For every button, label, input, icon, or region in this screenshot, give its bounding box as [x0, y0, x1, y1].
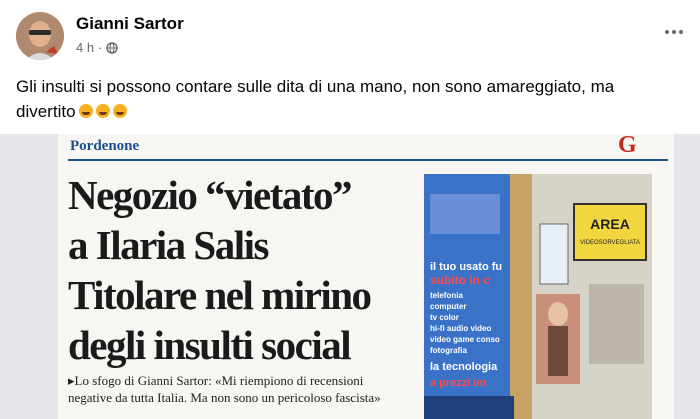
more-options-icon[interactable] [660, 24, 688, 40]
headline-line: Titolare nel mirino [68, 272, 372, 318]
headline-line: Negozio “vietato” [68, 172, 353, 218]
window-text-line: video game conso [430, 335, 500, 344]
headline-line: a Ilaria Salis [68, 222, 269, 268]
post-text: Gli insulti si possono contare sulle dit… [16, 74, 676, 124]
window-text-line: fotografia [430, 346, 467, 355]
window-text-line: tv color [430, 313, 459, 322]
window-text-line: computer [430, 302, 466, 311]
rolling-laughing-emoji [95, 104, 110, 118]
newspaper-clipping: Pordenone G Negozio “vietato” a Ilaria S… [58, 134, 674, 419]
rolling-laughing-emoji [78, 104, 93, 118]
window-text-line: subito in c [430, 273, 490, 287]
sign-text-area: AREA [590, 216, 630, 232]
post-meta: 4 h · [76, 40, 119, 55]
author-avatar[interactable] [16, 12, 64, 60]
subheadline: ▸Lo sfogo di Gianni Sartor: «Mi riempion… [68, 373, 381, 405]
meta-separator: · [98, 40, 103, 55]
newspaper-logo: G [618, 134, 637, 158]
rolling-laughing-emoji [112, 104, 127, 118]
section-label: Pordenone [70, 138, 140, 154]
section-rule [68, 159, 668, 161]
post-time[interactable]: 4 h [76, 40, 94, 55]
window-text-line: hi-fi audio video [430, 324, 491, 333]
window-text-line: a prezzi im [430, 377, 486, 389]
headline: Negozio “vietato” a Ilaria Salis Titolar… [68, 170, 423, 370]
window-text-line: il tuo usato fu [430, 261, 502, 273]
post-photo[interactable]: Pordenone G Negozio “vietato” a Ilaria S… [0, 134, 700, 419]
author-name[interactable]: Gianni Sartor [76, 14, 184, 34]
headline-line: degli insulti social [68, 322, 352, 368]
globe-icon[interactable] [106, 41, 119, 54]
window-text-line: telefonia [430, 291, 463, 300]
shop-window-photo: AREA VIDEOSORVEGLIATA il tuo usato fu su… [424, 174, 652, 419]
sign-text-video: VIDEOSORVEGLIATA [580, 240, 640, 246]
window-text-line: la tecnologia [430, 361, 498, 373]
